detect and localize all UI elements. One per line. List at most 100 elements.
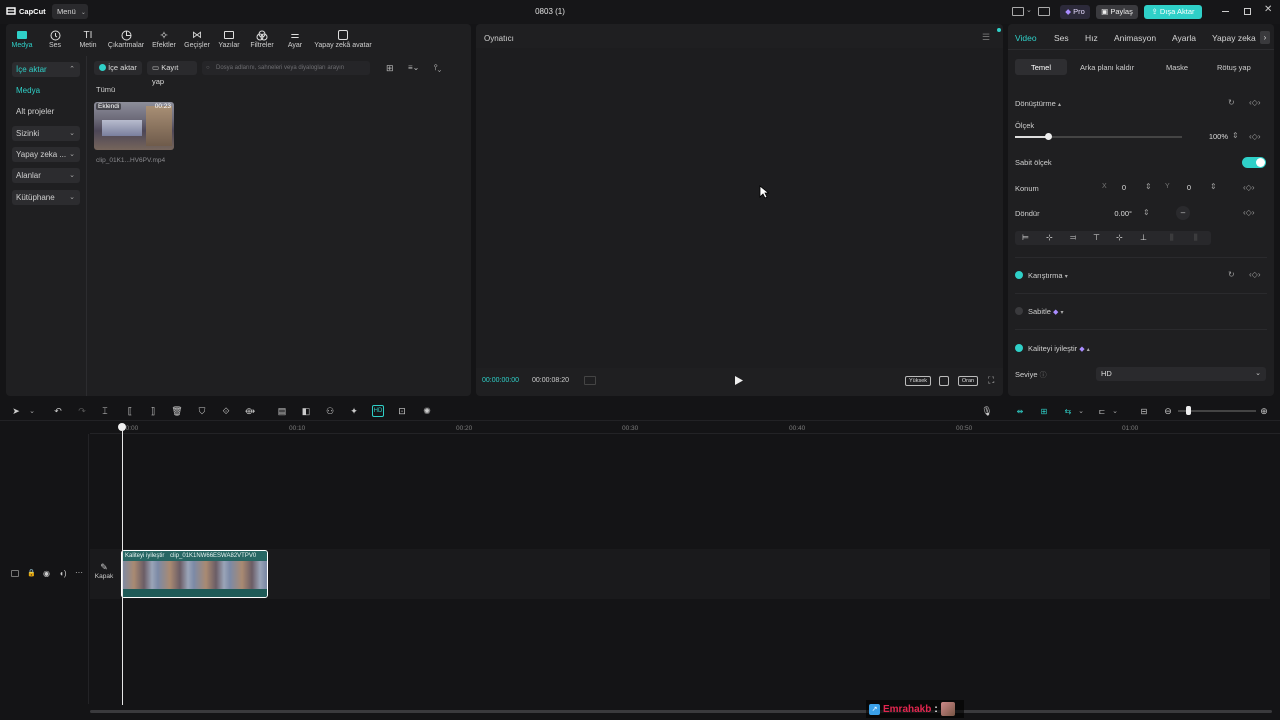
zoom-out-icon[interactable]: ⊖ [1162, 405, 1174, 417]
tab-filters[interactable]: Filtreler [245, 28, 279, 49]
hd-icon[interactable]: HD [372, 405, 384, 417]
freeze-icon[interactable]: ▤ [276, 405, 288, 417]
tab-ai-avatar[interactable]: Yapay zekâ avatar [312, 28, 374, 49]
link-main-track-icon[interactable]: ⇹ [1014, 405, 1026, 417]
stepper-icon[interactable]: ⇕ [1145, 182, 1152, 191]
timecode-icon[interactable] [584, 376, 596, 385]
align-top-icon[interactable]: ⊤ [1093, 233, 1100, 242]
fullscreen-icon[interactable]: ⛶ [988, 375, 994, 386]
subtab-remove-bg[interactable]: Arka planı kaldır [1080, 63, 1134, 72]
align-left-icon[interactable]: ⊨ [1022, 233, 1029, 242]
undo-icon[interactable]: ↶ [52, 405, 64, 417]
remove-bg-icon[interactable]: ⚇ [324, 405, 336, 417]
grid-view-icon[interactable]: ⊞ [386, 63, 394, 74]
level-select[interactable]: HD ⌄ [1096, 367, 1266, 381]
filter-icon[interactable]: ⫯⌄ [434, 63, 441, 73]
stabilize-checkbox[interactable] [1015, 307, 1023, 315]
pos-y-input[interactable]: 0 [1181, 183, 1197, 192]
media-clip-thumbnail[interactable]: Eklendi 00:23 [94, 102, 174, 150]
playhead-line[interactable] [121, 430, 123, 705]
tab-adjust[interactable]: Ayarla [1172, 33, 1196, 43]
select-tool-icon[interactable]: ➤ [10, 405, 22, 417]
delete-icon[interactable]: 🗑 [171, 405, 183, 417]
auto-snap-icon[interactable]: ⊞ [1038, 405, 1050, 417]
player-viewport[interactable] [476, 48, 1003, 368]
split-left-icon[interactable]: ⟦ [124, 405, 136, 417]
screenshot-icon[interactable] [939, 376, 949, 386]
preview-axis-icon[interactable]: ⊏ [1096, 405, 1108, 417]
chevron-down-icon[interactable]: ⌄ [1075, 405, 1087, 417]
blend-checkbox[interactable] [1015, 271, 1023, 279]
tab-text[interactable]: TI Metin [71, 28, 105, 50]
align-right-icon[interactable]: ⫤ [1070, 233, 1076, 243]
timeline-clip[interactable]: Kaliteyi iyileştir clip_01K1NW66ESWA82VT… [121, 550, 268, 598]
close-icon[interactable]: ✕ [1264, 4, 1272, 15]
enhance-section-title[interactable]: Kaliteyi iyileştir ◆ ▴ [1028, 344, 1090, 353]
sidebar-item-yours[interactable]: Sizinki ⌄ [12, 126, 80, 141]
tab-stickers[interactable]: Çıkartmalar [106, 28, 146, 49]
more-icon[interactable]: ··· [75, 568, 83, 577]
search-input[interactable]: ○ Dosya adlarını, sahneleri veya diyalog… [202, 61, 370, 75]
uniform-scale-toggle[interactable] [1242, 157, 1266, 168]
maximize-icon[interactable] [1244, 8, 1251, 15]
subtab-basic[interactable]: Temel [1031, 63, 1051, 72]
tab-animation[interactable]: Animasyon [1114, 33, 1156, 43]
crop-icon[interactable]: ⟐ [220, 405, 232, 417]
tab-captions[interactable]: Yazılar [212, 28, 246, 49]
pro-button[interactable]: ◆ Pro [1060, 5, 1090, 19]
reset-icon[interactable]: ↻ [1228, 270, 1235, 279]
ratio-button[interactable]: Oran [958, 376, 978, 386]
sidebar-item-import[interactable]: İçe aktar ⌃ [12, 62, 80, 77]
tab-audio[interactable]: Ses [38, 28, 72, 49]
filter-all[interactable]: Tümü [96, 85, 115, 94]
layout-icon[interactable] [1012, 7, 1024, 16]
subtab-retouch[interactable]: Rötuş yap [1217, 63, 1251, 72]
pos-x-input[interactable]: 0 [1116, 183, 1132, 192]
align-center-h-icon[interactable]: ⊹ [1046, 233, 1053, 242]
sidebar-item-subprojects[interactable]: Alt projeler [12, 104, 80, 119]
split-right-icon[interactable]: ⟧ [147, 405, 159, 417]
tab-ai[interactable]: Yapay zeka [1212, 33, 1256, 43]
minimize-icon[interactable] [1222, 11, 1229, 12]
ai-effects-icon[interactable]: ✺ [421, 405, 433, 417]
chevron-down-icon[interactable]: ⌄ [26, 405, 38, 417]
cover-button[interactable]: ✎ Kapak [92, 562, 116, 586]
share-button[interactable]: ▣ Paylaş [1096, 5, 1138, 19]
align-center-v-icon[interactable]: ⊹ [1116, 233, 1123, 242]
player-menu-icon[interactable]: ☰ [982, 32, 990, 43]
enhance-checkbox[interactable] [1015, 344, 1023, 352]
keyframe-icon[interactable]: ‹◇› [1243, 208, 1254, 217]
import-button[interactable]: İçe aktar [94, 61, 142, 75]
blend-section-title[interactable]: Karıştırma ▾ [1028, 271, 1068, 280]
sidebar-item-ai[interactable]: Yapay zeka ... ⌄ [12, 147, 80, 162]
subtab-mask[interactable]: Maske [1166, 63, 1188, 72]
stepper-icon[interactable]: ⇕ [1143, 208, 1150, 217]
microphone-icon[interactable]: 🎙 [981, 405, 993, 417]
tab-video[interactable]: Video [1015, 33, 1037, 43]
keyframe-icon[interactable]: ‹◇› [1249, 98, 1260, 107]
rotate-input[interactable]: 0.00° [1100, 209, 1132, 218]
reset-icon[interactable]: ↻ [1228, 98, 1235, 107]
chevron-down-icon[interactable]: ⌄ [1026, 6, 1032, 14]
zoom-slider-handle[interactable] [1186, 406, 1191, 415]
keyboard-icon[interactable] [1038, 7, 1050, 16]
tab-speed[interactable]: Hız [1085, 33, 1098, 43]
sort-icon[interactable]: ≡⌄ [408, 63, 419, 72]
rotate-dial-icon[interactable]: – [1176, 206, 1190, 220]
tab-effects[interactable]: ✧ Efektler [147, 28, 181, 50]
link-icon[interactable]: ⇆ [1062, 405, 1074, 417]
transform-section-title[interactable]: Dönüştürme ▴ [1015, 99, 1061, 108]
caption-icon[interactable]: ⊟ [1138, 405, 1150, 417]
tabs-next-button[interactable]: › [1260, 31, 1270, 44]
zoom-in-icon[interactable]: ⊕ [1258, 405, 1270, 417]
keyframe-icon[interactable]: ‹◇› [1249, 132, 1260, 141]
record-button[interactable]: ▭ Kayıt yap [147, 61, 197, 86]
track-checkbox-icon[interactable] [11, 570, 19, 577]
speed-icon[interactable]: ⟴ [244, 405, 256, 417]
sidebar-item-spaces[interactable]: Alanlar ⌄ [12, 168, 80, 183]
stepper-icon[interactable]: ⇕ [1210, 182, 1217, 191]
stepper-icon[interactable]: ⇕ [1232, 131, 1239, 140]
eye-icon[interactable]: ◉ [43, 569, 50, 578]
timeline-scrollbar[interactable] [90, 710, 1272, 713]
lock-icon[interactable]: 🔒 [27, 569, 36, 577]
